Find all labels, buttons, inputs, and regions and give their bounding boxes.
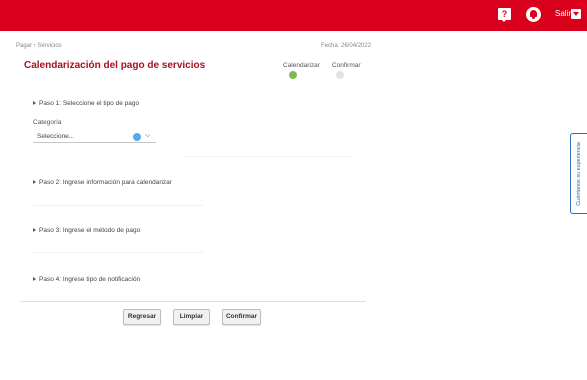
triangle-right-icon: [33, 101, 36, 105]
top-bar: ? Salir: [0, 0, 587, 31]
section-divider: [33, 252, 203, 253]
back-button[interactable]: Regresar: [123, 309, 161, 325]
logout-link[interactable]: Salir: [555, 9, 571, 18]
exit-arrow-icon[interactable]: [571, 9, 581, 19]
step-label-calendarizar: Calendarizar: [283, 62, 320, 69]
triangle-right-icon: [33, 228, 36, 232]
section-step-1[interactable]: Paso 1: Seleccione el tipo de pago: [33, 100, 139, 107]
feedback-tab[interactable]: Cuéntanos su experiencia: [570, 133, 587, 214]
step-label-confirmar: Confirmar: [332, 62, 361, 69]
section-divider: [33, 205, 203, 206]
section-divider: [183, 156, 353, 157]
category-label: Categoría: [33, 119, 62, 126]
section-step-4[interactable]: Paso 4: Ingrese tipo de notificación: [33, 276, 140, 283]
help-glyph: ?: [501, 9, 508, 19]
breadcrumb[interactable]: Pagar › Servicios: [16, 43, 62, 49]
section-title: Paso 2: Ingrese información para calenda…: [39, 179, 172, 186]
page-title: Calendarización del pago de servicios: [24, 60, 206, 71]
section-title: Paso 4: Ingrese tipo de notificación: [39, 276, 141, 283]
date-label: Fecha: 26/04/2022: [321, 43, 372, 49]
step-indicator-active: [289, 71, 297, 79]
select-status-icon: [133, 133, 141, 141]
triangle-right-icon: [33, 277, 36, 281]
section-title: Paso 1: Seleccione el tipo de pago: [39, 100, 140, 107]
section-step-3[interactable]: Paso 3: Ingrese el método de pago: [33, 227, 140, 234]
form-divider: [20, 301, 366, 302]
feedback-label: Cuéntanos su experiencia: [576, 141, 582, 206]
clear-button[interactable]: Limpiar: [173, 309, 210, 325]
chevron-down-icon[interactable]: ⌵: [145, 132, 150, 140]
triangle-right-icon: [33, 180, 36, 184]
section-step-2[interactable]: Paso 2: Ingrese información para calenda…: [33, 179, 172, 186]
question-chat-icon[interactable]: ?: [498, 8, 511, 22]
step-indicator-inactive: [336, 71, 344, 79]
confirm-button[interactable]: Confirmar: [222, 309, 261, 325]
bell-icon[interactable]: [526, 7, 541, 22]
section-title: Paso 3: Ingrese el método de pago: [39, 227, 141, 234]
